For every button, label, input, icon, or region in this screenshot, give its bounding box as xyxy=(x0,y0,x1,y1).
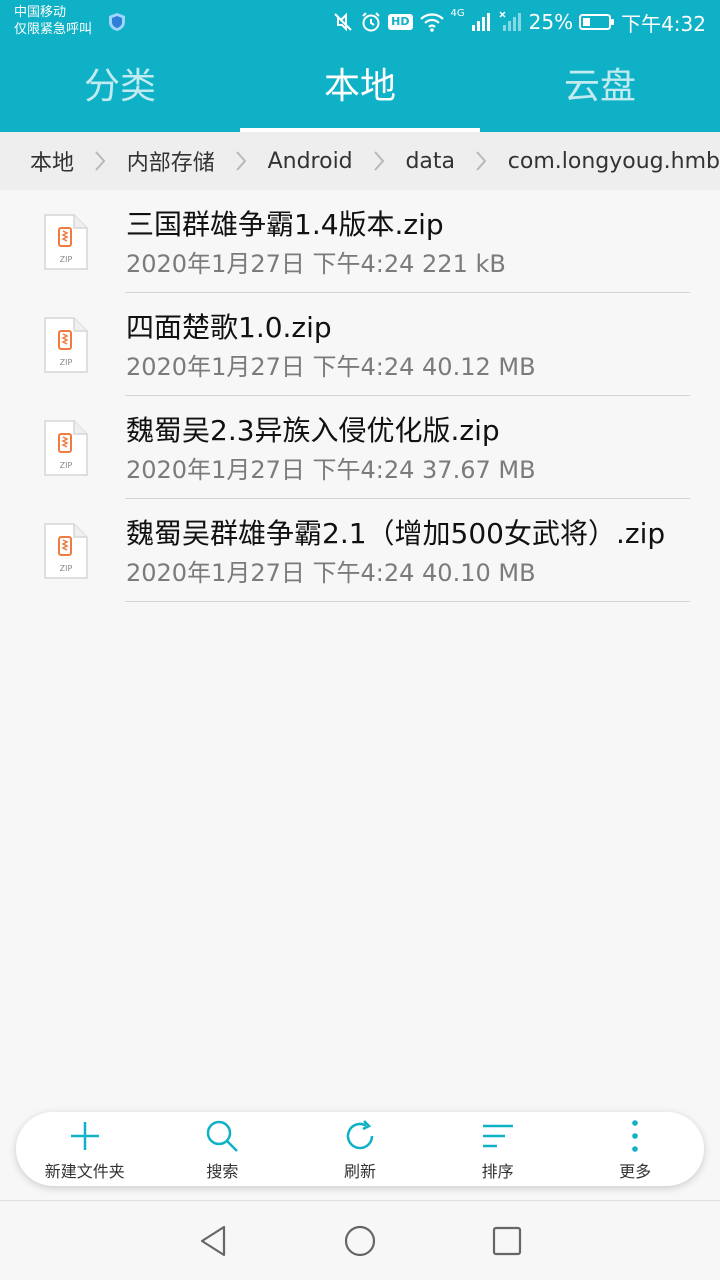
file-name: 魏蜀吴群雄争霸2.1（增加500女武将）.zip xyxy=(126,517,666,550)
list-item[interactable]: ZIP 四面楚歌1.0.zip 2020年1月27日 下午4:24 40.12 … xyxy=(0,293,720,396)
battery-icon xyxy=(579,14,615,30)
wifi-icon xyxy=(419,13,444,32)
alarm-icon xyxy=(362,12,380,32)
zip-label: ZIP xyxy=(60,564,73,573)
zip-file-icon: ZIP xyxy=(44,420,88,476)
search-label: 搜索 xyxy=(206,1162,239,1181)
mute-icon xyxy=(334,12,352,32)
more-button[interactable]: 更多 xyxy=(566,1112,704,1186)
refresh-button[interactable]: 刷新 xyxy=(291,1112,429,1186)
new-folder-button[interactable]: 新建文件夹 xyxy=(16,1112,154,1186)
carrier-name: 中国移动 xyxy=(14,5,67,20)
zip-label: ZIP xyxy=(60,255,73,264)
breadcrumb-item-android[interactable]: Android xyxy=(268,149,353,174)
navigation-bar xyxy=(0,1200,720,1280)
file-meta: 2020年1月27日 下午4:24 37.67 MB xyxy=(126,456,536,484)
file-name: 三国群雄争霸1.4版本.zip xyxy=(126,208,444,241)
carrier-info: 中国移动 仅限紧急呼叫 xyxy=(14,4,92,38)
home-icon[interactable] xyxy=(342,1223,378,1259)
file-name: 四面楚歌1.0.zip xyxy=(126,311,332,344)
battery-percent: 25% xyxy=(528,10,574,34)
breadcrumb-item-data[interactable]: data xyxy=(405,149,455,174)
sort-button[interactable]: 排序 xyxy=(429,1112,567,1186)
status-icons: HD 4G 25% 下午4:32 xyxy=(332,8,706,36)
breadcrumb-item-internal-storage[interactable]: 内部存储 xyxy=(127,145,215,177)
bottom-toolbar: 新建文件夹 搜索 刷新 排序 更多 xyxy=(16,1112,704,1186)
file-name: 魏蜀吴2.3异族入侵优化版.zip xyxy=(126,414,500,447)
emergency-only-text: 仅限紧急呼叫 xyxy=(14,22,93,37)
shield-icon xyxy=(109,13,125,31)
chevron-right-icon xyxy=(353,149,406,173)
tab-local[interactable]: 本地 xyxy=(240,44,480,132)
breadcrumb: 本地 内部存储 Android data com.longyoug.hmb xyxy=(0,132,720,190)
zip-file-icon: ZIP xyxy=(44,523,88,579)
sort-label: 排序 xyxy=(481,1162,514,1181)
zip-label: ZIP xyxy=(60,358,73,367)
zip-file-icon: ZIP xyxy=(44,214,88,270)
no-signal-icon xyxy=(499,11,521,31)
breadcrumb-item-local[interactable]: 本地 xyxy=(30,145,74,177)
chevron-right-icon xyxy=(455,149,508,173)
recents-icon[interactable] xyxy=(489,1223,525,1259)
file-meta: 2020年1月27日 下午4:24 40.10 MB xyxy=(126,559,536,587)
search-button[interactable]: 搜索 xyxy=(154,1112,292,1186)
file-meta: 2020年1月27日 下午4:24 221 kB xyxy=(126,250,506,278)
refresh-icon xyxy=(346,1120,374,1150)
more-vertical-icon xyxy=(632,1120,638,1152)
signal-icon xyxy=(471,13,490,31)
list-item[interactable]: ZIP 三国群雄争霸1.4版本.zip 2020年1月27日 下午4:24 22… xyxy=(0,190,720,293)
status-bar: 中国移动 仅限紧急呼叫 HD 4G 25% 下午4:32 xyxy=(0,0,720,44)
breadcrumb-item-package[interactable]: com.longyoug.hmb xyxy=(508,149,720,174)
zip-label: ZIP xyxy=(60,461,73,470)
list-item[interactable]: ZIP 魏蜀吴2.3异族入侵优化版.zip 2020年1月27日 下午4:24 … xyxy=(0,396,720,499)
new-folder-label: 新建文件夹 xyxy=(44,1162,125,1181)
app-header: 中国移动 仅限紧急呼叫 HD 4G 25% 下午4:32 分类 本地 云盘 xyxy=(0,0,720,132)
more-label: 更多 xyxy=(619,1162,652,1181)
sort-icon xyxy=(482,1124,513,1148)
tab-cloud[interactable]: 云盘 xyxy=(480,44,720,132)
zip-file-icon: ZIP xyxy=(44,317,88,373)
refresh-label: 刷新 xyxy=(343,1162,376,1181)
chevron-right-icon xyxy=(215,149,268,173)
clock-time: 下午4:32 xyxy=(621,11,706,36)
chevron-right-icon xyxy=(74,149,127,173)
top-tabs: 分类 本地 云盘 xyxy=(0,44,720,132)
back-icon[interactable] xyxy=(196,1223,232,1259)
network-type-badge: 4G xyxy=(450,8,465,19)
file-list: ZIP 三国群雄争霸1.4版本.zip 2020年1月27日 下午4:24 22… xyxy=(0,190,720,602)
divider xyxy=(125,601,690,602)
hd-voice-badge: HD xyxy=(388,14,413,30)
plus-icon xyxy=(70,1122,99,1150)
list-item[interactable]: ZIP 魏蜀吴群雄争霸2.1（增加500女武将）.zip 2020年1月27日 … xyxy=(0,499,720,602)
tab-categories[interactable]: 分类 xyxy=(0,44,240,132)
search-icon xyxy=(207,1120,239,1152)
file-meta: 2020年1月27日 下午4:24 40.12 MB xyxy=(126,353,536,381)
